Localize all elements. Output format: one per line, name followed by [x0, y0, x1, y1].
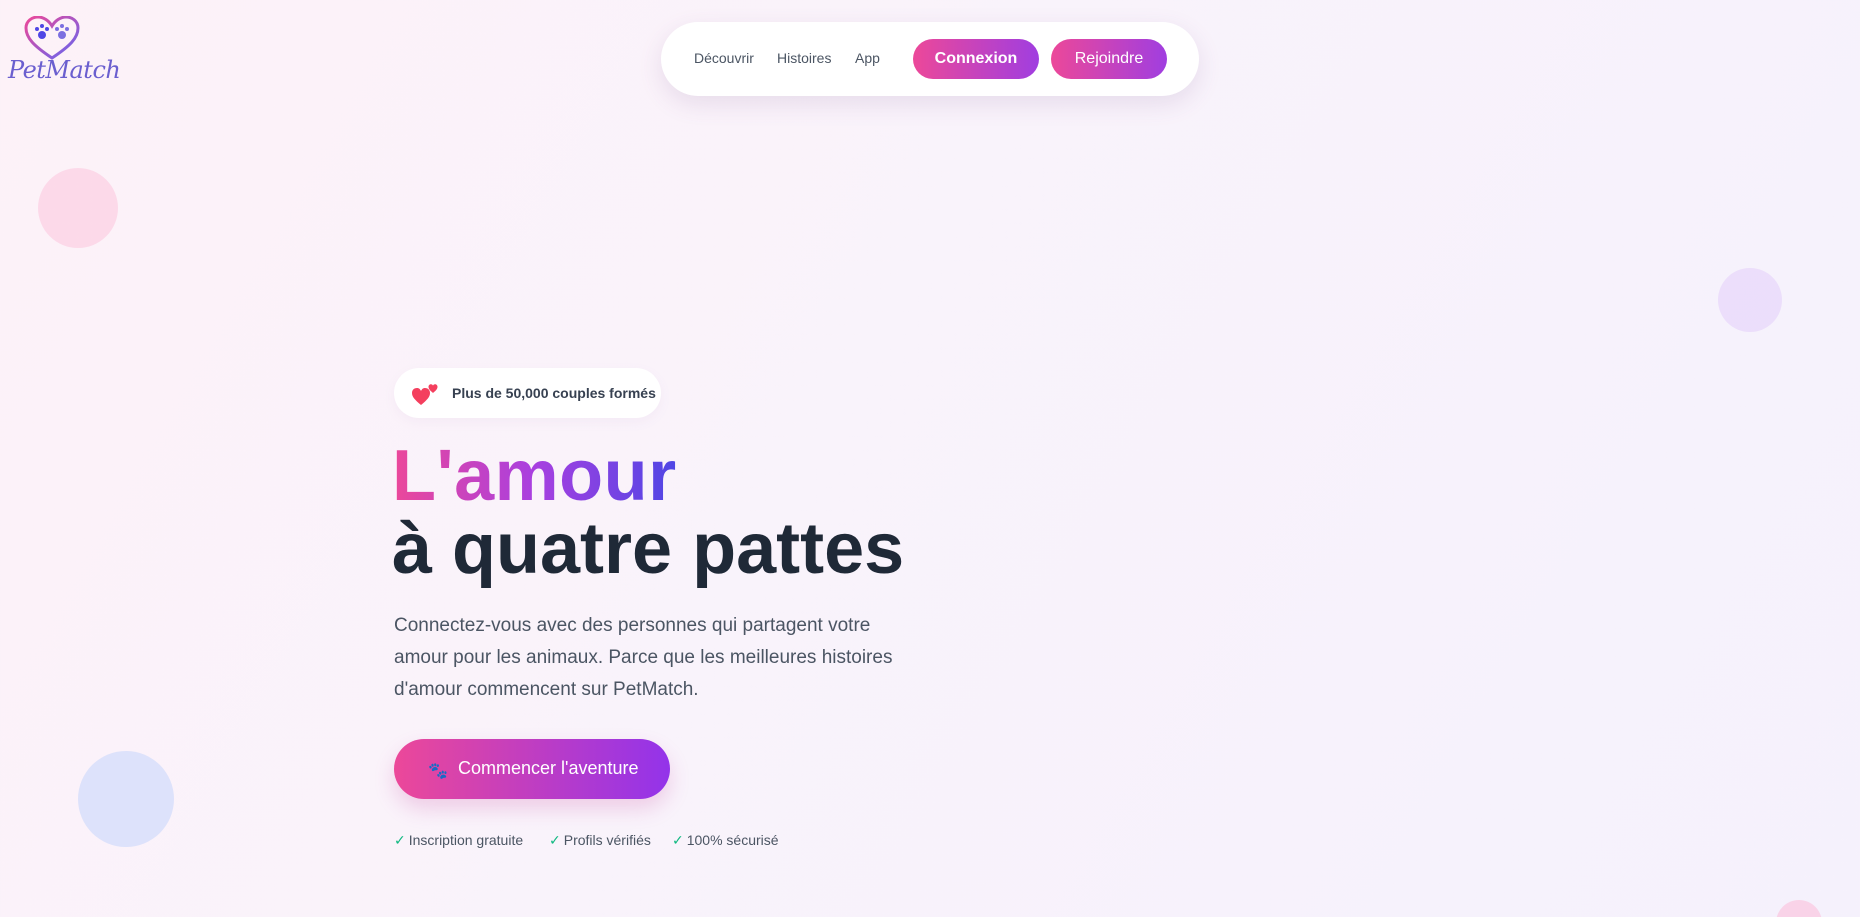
decorative-circle-lavender [1718, 268, 1782, 332]
feature-label: 100% sécurisé [686, 832, 779, 848]
feature-label: Inscription gratuite [408, 832, 524, 848]
feature-item: ✓ 100% sécurisé [672, 832, 779, 849]
check-icon: ✓ [394, 832, 406, 848]
start-adventure-button[interactable]: 🐾 Commencer l'aventure [394, 739, 670, 799]
feature-label: Profils vérifiés [563, 832, 651, 848]
decorative-circle-pink-bottom [1776, 900, 1822, 917]
two-hearts-icon [412, 384, 438, 405]
badge-text: Plus de 50,000 couples formés [452, 385, 656, 401]
nav-link-histoires[interactable]: Histoires [777, 50, 831, 66]
hero-title-line1: L'amour [392, 436, 677, 516]
feature-item: ✓ Profils vérifiés [549, 832, 651, 849]
login-button[interactable]: Connexion [913, 39, 1039, 79]
check-icon: ✓ [549, 832, 561, 848]
top-navigation: Découvrir Histoires App Connexion Rejoin… [661, 22, 1199, 96]
check-icon: ✓ [672, 832, 684, 848]
hero-description: Connectez-vous avec des personnes qui pa… [394, 615, 893, 700]
hero-title-line2: à quatre pattes [392, 509, 905, 589]
feature-item: ✓ Inscription gratuite [394, 832, 523, 849]
brand-logo[interactable]: PetMatch [8, 16, 121, 86]
join-button[interactable]: Rejoindre [1051, 39, 1167, 79]
cta-label: Commencer l'aventure [458, 758, 639, 778]
paw-icon: 🐾 [428, 763, 448, 780]
nav-link-app[interactable]: App [855, 50, 880, 66]
brand-name: PetMatch [8, 56, 121, 84]
couples-badge: Plus de 50,000 couples formés [394, 368, 661, 418]
nav-link-decouvrir[interactable]: Découvrir [694, 50, 754, 66]
decorative-circle-blue [78, 751, 174, 847]
decorative-circle-pink [38, 168, 118, 248]
